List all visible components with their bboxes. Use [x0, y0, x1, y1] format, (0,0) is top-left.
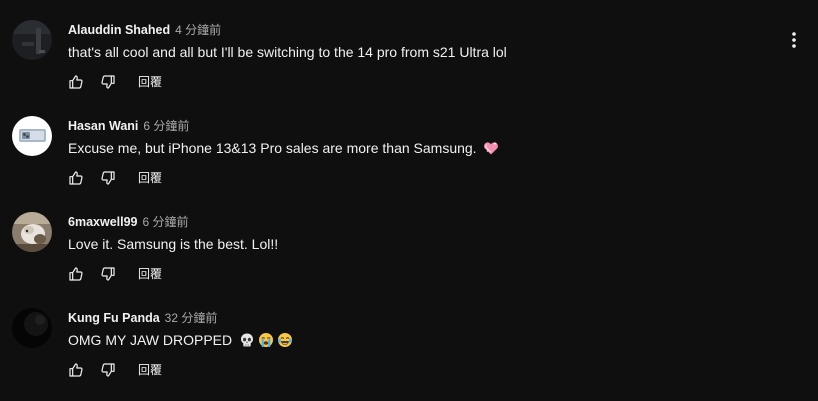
- author-name[interactable]: Alauddin Shahed: [68, 23, 170, 37]
- comment-actions: 回覆: [60, 354, 172, 386]
- more-vert-icon: [792, 32, 796, 48]
- comment-thread: Alauddin Shahed 4 分鐘前 that's all cool and…: [0, 20, 818, 116]
- dislike-button[interactable]: [92, 258, 124, 290]
- comment-text: that's all cool and all but I'll be swit…: [68, 42, 507, 62]
- comment-timestamp[interactable]: 6 分鐘前: [143, 215, 189, 229]
- author-name[interactable]: Hasan Wani: [68, 119, 138, 133]
- comments-list: Alauddin Shahed 4 分鐘前 that's all cool and…: [0, 0, 818, 401]
- avatar[interactable]: [12, 20, 52, 60]
- comment-header: Kung Fu Panda 32 分鐘前: [68, 310, 217, 326]
- thumbs-down-icon: [101, 75, 115, 89]
- comment-timestamp[interactable]: 4 分鐘前: [175, 23, 221, 37]
- skull-emoji-icon: [239, 332, 255, 348]
- thumbs-down-icon: [101, 363, 115, 377]
- comment-body: that's all cool and all but I'll be swit…: [68, 44, 507, 60]
- comment-thread: Hasan Wani 6 分鐘前 Excuse me, but iPhone 13…: [0, 116, 818, 212]
- comment-actions: 回覆: [60, 66, 172, 98]
- avatar[interactable]: [12, 116, 52, 156]
- thumbs-up-icon: [69, 267, 83, 281]
- comment-text: Love it. Samsung is the best. Lol!!: [68, 234, 278, 254]
- thumbs-up-icon: [69, 363, 83, 377]
- comment-text: Excuse me, but iPhone 13&13 Pro sales ar…: [68, 138, 499, 158]
- dislike-button[interactable]: [92, 162, 124, 194]
- like-button[interactable]: [60, 258, 92, 290]
- more-actions-button[interactable]: [780, 24, 808, 56]
- reply-button[interactable]: 回覆: [128, 258, 172, 290]
- comment-timestamp[interactable]: 32 分鐘前: [165, 311, 218, 325]
- comment-thread: 6maxwell99 6 分鐘前 Love it. Samsung is the …: [0, 212, 818, 308]
- thumbs-down-icon: [101, 267, 115, 281]
- loudly-crying-face-emoji-icon: [258, 332, 274, 348]
- comment-text: OMG MY JAW DROPPED: [68, 330, 293, 350]
- comment-actions: 回覆: [60, 258, 172, 290]
- author-name[interactable]: 6maxwell99: [68, 215, 138, 229]
- thumbs-up-icon: [69, 75, 83, 89]
- thumbs-up-icon: [69, 171, 83, 185]
- like-button[interactable]: [60, 162, 92, 194]
- like-button[interactable]: [60, 66, 92, 98]
- sparkling-heart-emoji-icon: [483, 140, 499, 156]
- comment-body: Excuse me, but iPhone 13&13 Pro sales ar…: [68, 140, 477, 156]
- reply-button[interactable]: 回覆: [128, 162, 172, 194]
- reply-button[interactable]: 回覆: [128, 66, 172, 98]
- comment-header: 6maxwell99 6 分鐘前: [68, 214, 189, 230]
- thumbs-down-icon: [101, 171, 115, 185]
- dislike-button[interactable]: [92, 66, 124, 98]
- comment-body: Love it. Samsung is the best. Lol!!: [68, 236, 279, 252]
- comment-actions: 回覆: [60, 162, 172, 194]
- comment-timestamp[interactable]: 6 分鐘前: [143, 119, 189, 133]
- like-button[interactable]: [60, 354, 92, 386]
- reply-button[interactable]: 回覆: [128, 354, 172, 386]
- comment-thread: Kung Fu Panda 32 分鐘前 OMG MY JAW DROPPED 回…: [0, 308, 818, 401]
- comment-header: Hasan Wani 6 分鐘前: [68, 118, 189, 134]
- avatar[interactable]: [12, 308, 52, 348]
- avatar[interactable]: [12, 212, 52, 252]
- comment-header: Alauddin Shahed 4 分鐘前: [68, 22, 221, 38]
- author-name[interactable]: Kung Fu Panda: [68, 311, 160, 325]
- comment-body: OMG MY JAW DROPPED: [68, 332, 233, 348]
- dislike-button[interactable]: [92, 354, 124, 386]
- face-with-tears-of-joy-emoji-icon: [277, 332, 293, 348]
